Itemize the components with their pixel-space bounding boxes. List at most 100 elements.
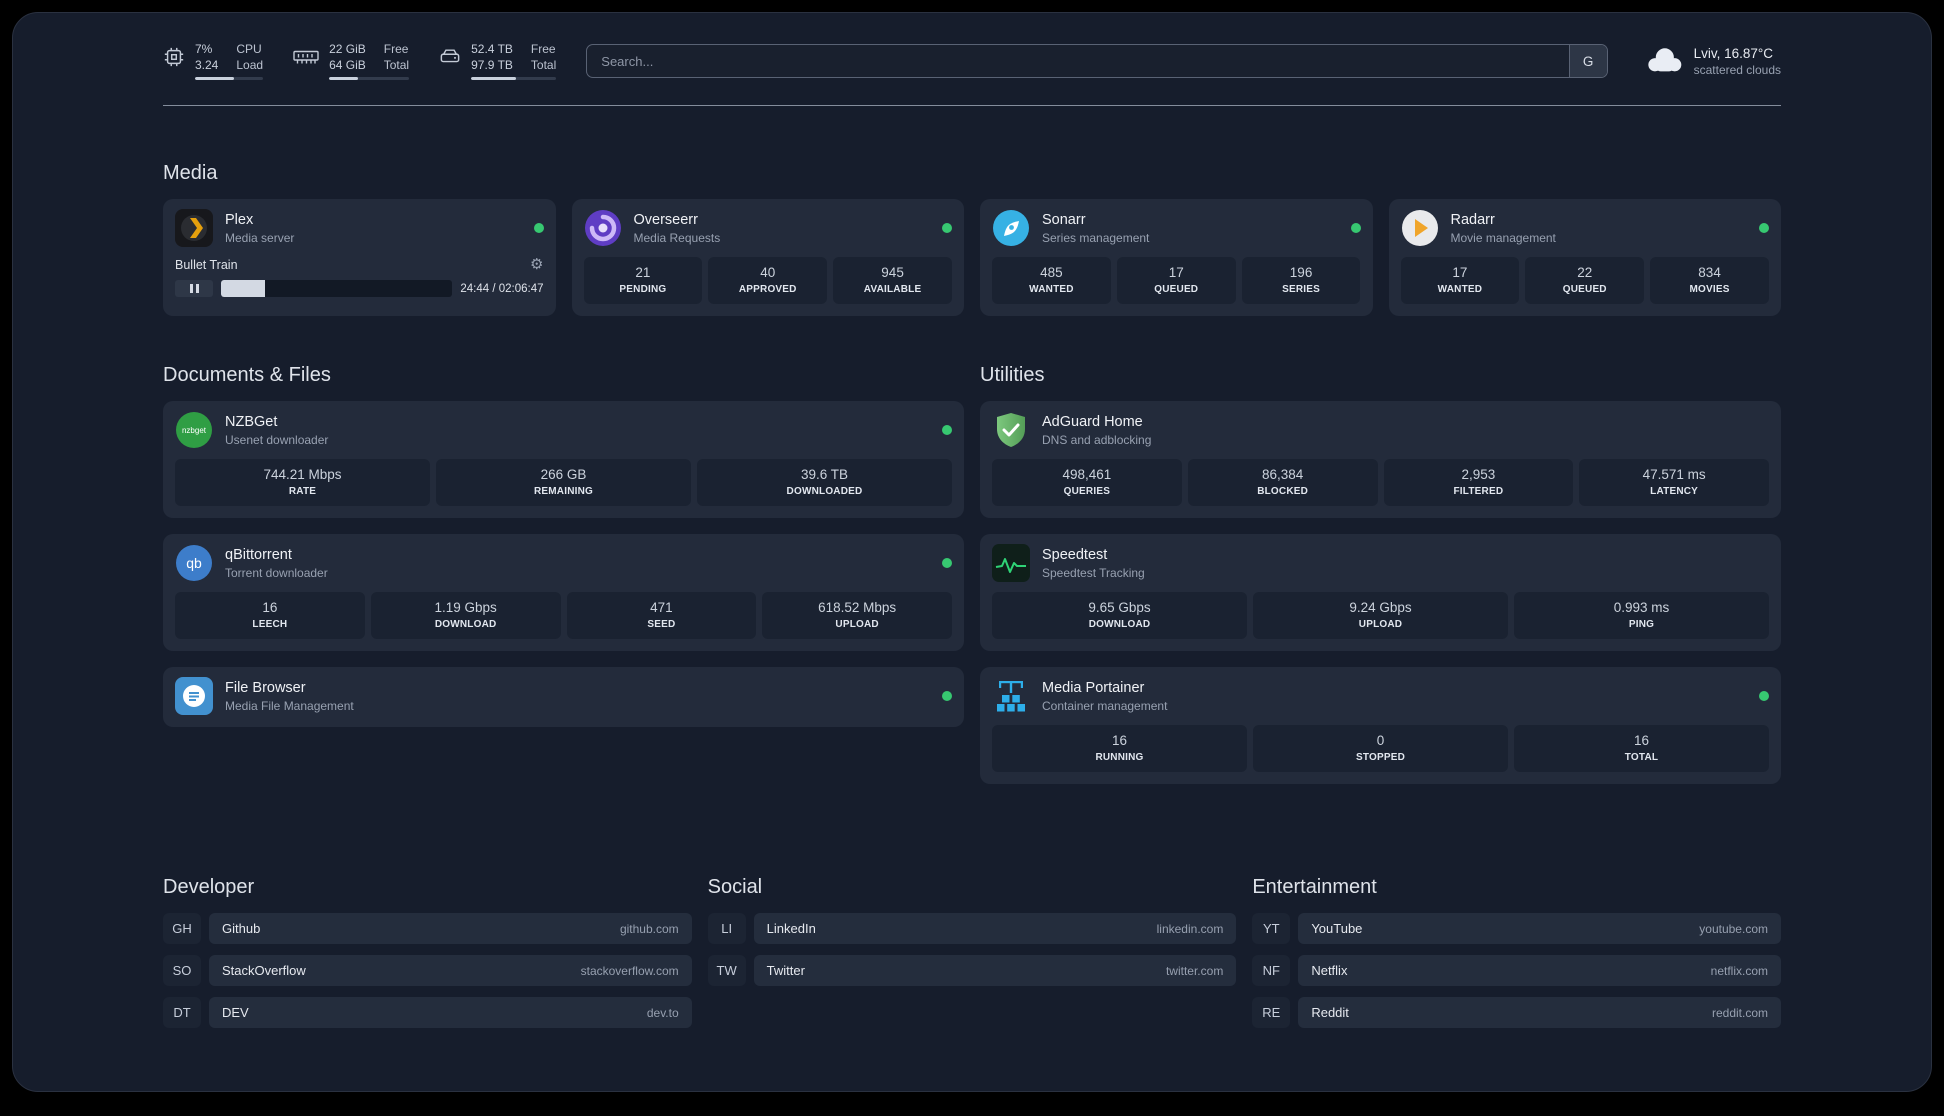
service-name: Plex [225, 211, 254, 228]
stats-row: 16 LEECH 1.19 Gbps DOWNLOAD 471 SEED 618… [175, 592, 952, 639]
service-name: qBittorrent [225, 546, 292, 563]
stat-tile: 39.6 TB DOWNLOADED [697, 459, 952, 506]
disk-total-label: Total [530, 57, 557, 72]
weather-condition: scattered clouds [1693, 62, 1781, 77]
bookmark-name: Reddit [1311, 1005, 1349, 1020]
stat-tile: 22 QUEUED [1525, 257, 1645, 304]
service-card-adguard[interactable]: AdGuard Home DNS and adblocking 498,461 … [980, 401, 1781, 518]
service-subtitle: DNS and adblocking [1042, 432, 1152, 447]
gear-icon[interactable]: ⚙ [530, 257, 543, 272]
stats-row: 16 RUNNING 0 STOPPED 16 TOTAL [992, 725, 1769, 772]
dashboard-root: 7% 3.24 CPU Load 22 GiB 64 GiB Free Tota… [12, 12, 1932, 1092]
stat-tile: 47.571 ms LATENCY [1579, 459, 1769, 506]
stat-tile: 16 LEECH [175, 592, 365, 639]
service-subtitle: Media server [225, 230, 295, 245]
search-input[interactable] [586, 44, 1608, 78]
service-card-sonarr[interactable]: Sonarr Series management 485 WANTED 17 Q… [980, 199, 1373, 316]
stat-tile: 945 AVAILABLE [833, 257, 952, 304]
bookmark-youtube[interactable]: YT YouTube youtube.com [1252, 913, 1781, 944]
bookmark-stackoverflow[interactable]: SO StackOverflow stackoverflow.com [163, 955, 692, 986]
bookmark-github[interactable]: GH Github github.com [163, 913, 692, 944]
bookmark-url: github.com [619, 921, 679, 936]
stats-row: 485 WANTED 17 QUEUED 196 SERIES [992, 257, 1361, 304]
service-card-nzbget[interactable]: nzbget NZBGet Usenet downloader 744.21 M… [163, 401, 964, 518]
service-name: File Browser [225, 679, 306, 696]
stats-row: 9.65 Gbps DOWNLOAD 9.24 Gbps UPLOAD 0.99… [992, 592, 1769, 639]
speedtest-icon [992, 544, 1030, 582]
cpu-icon [163, 46, 185, 68]
service-card-plex[interactable]: Plex Media server Bullet Train ⚙ 24:44 /… [163, 199, 556, 316]
cpu-label: CPU [236, 41, 262, 56]
service-card-overseerr[interactable]: Overseerr Media Requests 21 PENDING 40 A… [571, 199, 964, 316]
bookmark-linkedin[interactable]: LI LinkedIn linkedin.com [707, 913, 1237, 944]
bookmark-netflix[interactable]: NF Netflix netflix.com [1252, 955, 1781, 986]
top-bar: 7% 3.24 CPU Load 22 GiB 64 GiB Free Tota… [163, 39, 1781, 83]
stat-tile: 16 TOTAL [1514, 725, 1769, 772]
stats-row: 498,461 QUERIES 86,384 BLOCKED 2,953 FIL… [992, 459, 1769, 506]
disk-widget: 52.4 TB 97.9 TB Free Total [439, 41, 557, 81]
memory-free-value: 22 GiB [329, 41, 366, 56]
section-title-developer: Developer [163, 876, 255, 898]
bookmark-group-developer: Developer GH Github github.com SO StackO… [163, 876, 692, 1028]
portainer-icon [992, 677, 1030, 715]
plex-icon [175, 209, 213, 247]
bookmark-url: netflix.com [1710, 963, 1768, 978]
service-name: Sonarr [1042, 211, 1086, 228]
service-subtitle: Container management [1042, 698, 1168, 713]
now-playing-title: Bullet Train [175, 257, 238, 272]
section-media: Media Plex Media server Bullet Train ⚙ 2… [163, 162, 1781, 316]
memory-total-label: Total [383, 57, 410, 72]
service-card-radarr[interactable]: Radarr Movie management 17 WANTED 22 QUE… [1388, 199, 1781, 316]
bookmark-twitter[interactable]: TW Twitter twitter.com [707, 955, 1237, 986]
nzbget-icon: nzbget [175, 411, 213, 449]
bookmark-abbr: YT [1252, 913, 1291, 944]
search-provider-button[interactable]: G [1568, 45, 1607, 77]
memory-progress-bar [329, 77, 410, 81]
bookmark-url: reddit.com [1711, 1005, 1768, 1020]
weather-widget: Lviv, 16.87°C scattered clouds [1644, 45, 1781, 78]
bookmark-abbr: RE [1252, 997, 1291, 1028]
stat-tile: 40 APPROVED [708, 257, 828, 304]
disk-progress-bar [471, 77, 557, 81]
bookmark-name: LinkedIn [766, 921, 816, 936]
bookmark-name: Netflix [1311, 963, 1348, 978]
bookmark-url: linkedin.com [1156, 921, 1224, 936]
qbittorrent-icon: qb [175, 544, 213, 582]
disk-free-value: 52.4 TB [471, 41, 513, 56]
sonarr-icon [992, 209, 1030, 247]
stat-tile: 9.65 Gbps DOWNLOAD [992, 592, 1247, 639]
stat-tile: 834 MOVIES [1650, 257, 1769, 304]
stats-row: 17 WANTED 22 QUEUED 834 MOVIES [1400, 257, 1770, 304]
service-subtitle: Series management [1042, 230, 1150, 245]
service-name: Overseerr [633, 211, 698, 228]
service-card-speedtest[interactable]: Speedtest Speedtest Tracking 9.65 Gbps D… [980, 534, 1781, 651]
section-title-social: Social [707, 876, 763, 898]
service-name: AdGuard Home [1042, 413, 1143, 430]
disk-total-value: 97.9 TB [471, 57, 513, 72]
status-dot [942, 558, 952, 568]
stat-tile: 0.993 ms PING [1514, 592, 1769, 639]
stat-tile: 266 GB REMAINING [436, 459, 691, 506]
bookmark-abbr: SO [163, 955, 201, 986]
stat-tile: 196 SERIES [1241, 257, 1361, 304]
stat-tile: 21 PENDING [583, 257, 703, 304]
service-card-filebrowser[interactable]: File Browser Media File Management [163, 667, 964, 727]
bookmark-reddit[interactable]: RE Reddit reddit.com [1252, 997, 1781, 1028]
playback-progress-bar[interactable] [221, 280, 453, 297]
service-subtitle: Movie management [1450, 230, 1556, 245]
status-dot [1759, 691, 1769, 701]
bookmark-name: DEV [222, 1005, 249, 1020]
search-bar: G [586, 44, 1608, 78]
status-dot [942, 223, 952, 233]
bookmark-dev[interactable]: DT DEV dev.to [163, 997, 692, 1028]
memory-widget: 22 GiB 64 GiB Free Total [293, 41, 410, 81]
pause-button[interactable] [175, 280, 213, 297]
service-subtitle: Media Requests [633, 230, 721, 245]
stat-tile: 86,384 BLOCKED [1187, 459, 1378, 506]
service-card-qbittorrent[interactable]: qb qBittorrent Torrent downloader 16 LEE… [163, 534, 964, 651]
status-dot [533, 223, 544, 233]
bookmark-abbr: LI [707, 913, 746, 944]
bookmark-url: dev.to [646, 1005, 679, 1020]
stat-tile: 471 SEED [566, 592, 757, 639]
service-card-portainer[interactable]: Media Portainer Container management 16 … [980, 667, 1781, 784]
